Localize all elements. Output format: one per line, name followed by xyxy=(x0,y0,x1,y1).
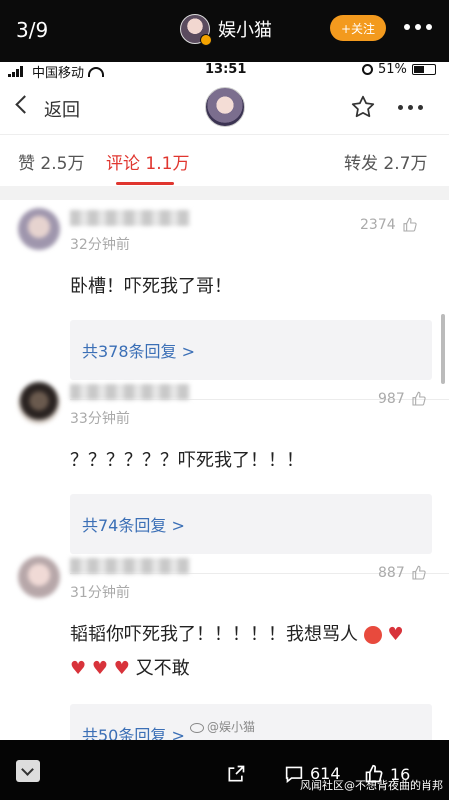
more-options-icon[interactable] xyxy=(404,24,432,30)
verified-badge-icon xyxy=(200,34,212,46)
weibo-icon xyxy=(190,722,204,733)
active-tab-indicator xyxy=(116,182,174,185)
back-arrow-icon[interactable] xyxy=(15,95,34,114)
thumbs-up-icon xyxy=(403,217,417,232)
comment-like-button[interactable]: 987 xyxy=(378,391,427,407)
star-icon[interactable] xyxy=(350,94,376,120)
tab-likes[interactable]: 赞 2.5万 xyxy=(18,149,84,174)
broken-heart-icon: ♥ xyxy=(70,658,87,679)
commenter-avatar[interactable] xyxy=(18,208,60,250)
commenter-name-blurred[interactable] xyxy=(70,210,190,226)
image-viewer-footer: 614 16 风闻社区@不想背夜曲的肖邦 xyxy=(0,740,449,800)
comment-text: 卧槽！吓死我了哥！ xyxy=(70,276,232,297)
watermark-text: @娱小猫 xyxy=(207,720,256,734)
carrier-label: 中国移动 xyxy=(32,66,85,81)
thumbs-up-icon xyxy=(412,565,426,580)
collapse-chevron-icon[interactable] xyxy=(16,760,40,782)
comment-like-count: 2374 xyxy=(360,217,396,233)
comment-text: ？？？？？？吓死我了！！！ xyxy=(70,450,304,471)
status-bar: 中国移动 13:51 51% xyxy=(0,62,449,81)
source-credit: 风闻社区@不想背夜曲的肖邦 xyxy=(300,779,443,792)
wifi-icon xyxy=(88,66,105,77)
signal-icon xyxy=(8,66,28,77)
author-name[interactable]: 娱小猫 xyxy=(218,16,272,42)
screenshot-content: 中国移动 13:51 51% 返回 赞 2.5万 评论 1.1万 转发 2.7万… xyxy=(0,62,449,740)
replies-label[interactable]: 共50条回复 > xyxy=(82,722,185,740)
comment-like-count: 887 xyxy=(378,565,405,581)
thumbs-up-icon xyxy=(412,391,426,406)
commenter-avatar[interactable] xyxy=(18,556,60,598)
comment-time: 33分钟前 xyxy=(70,411,130,427)
angry-face-icon xyxy=(363,626,382,644)
nav-bar: 返回 xyxy=(0,80,449,134)
share-icon[interactable] xyxy=(226,764,246,784)
replies-link[interactable]: 共378条回复 > xyxy=(70,320,432,380)
comment-like-button[interactable]: 887 xyxy=(378,565,427,581)
scrollbar[interactable] xyxy=(441,314,445,384)
comment-text-line1: 韬韬你吓死我了！！！！！我想骂人 xyxy=(70,624,358,645)
status-time: 13:51 xyxy=(205,62,247,77)
back-button[interactable]: 返回 xyxy=(44,96,80,122)
comment-text: 韬韬你吓死我了！！！！！我想骂人 ♥ ♥ ♥ ♥ 又不敢 xyxy=(70,618,440,686)
weibo-watermark: @娱小猫 xyxy=(190,718,255,735)
battery-icon xyxy=(411,64,436,75)
interaction-tabs: 赞 2.5万 评论 1.1万 转发 2.7万 xyxy=(0,134,449,188)
orientation-lock-icon xyxy=(362,64,373,75)
tab-comments[interactable]: 评论 1.1万 xyxy=(106,149,189,174)
author-info[interactable]: 娱小猫 xyxy=(180,14,272,46)
battery-fill xyxy=(413,66,424,73)
commenter-name-blurred[interactable] xyxy=(70,558,190,574)
broken-heart-icon: ♥ xyxy=(91,658,109,679)
broken-heart-icon: ♥ xyxy=(387,624,404,645)
follow-button[interactable]: +关注 xyxy=(330,15,386,41)
comment-like-count: 987 xyxy=(378,391,405,407)
replies-link[interactable]: 共74条回复 > xyxy=(70,494,432,554)
author-avatar[interactable] xyxy=(180,14,212,46)
comment-like-button[interactable]: 2374 xyxy=(360,217,418,233)
replies-label[interactable]: 共378条回复 > xyxy=(82,338,195,362)
broken-heart-icon: ♥ xyxy=(113,658,130,679)
image-counter: 3/9 xyxy=(16,18,49,42)
section-gap xyxy=(0,186,449,200)
replies-label[interactable]: 共74条回复 > xyxy=(82,512,185,536)
comment-time: 31分钟前 xyxy=(70,585,130,601)
comment-time: 32分钟前 xyxy=(70,237,130,253)
commenter-avatar[interactable] xyxy=(18,382,60,424)
battery-percent: 51% xyxy=(378,62,407,77)
more-options-icon[interactable] xyxy=(398,105,423,110)
image-viewer-header: 3/9 娱小猫 +关注 xyxy=(0,0,449,62)
comment-text-line2: 又不敢 xyxy=(135,658,190,679)
tab-reposts[interactable]: 转发 2.7万 xyxy=(344,149,427,174)
poster-avatar[interactable] xyxy=(205,87,245,127)
commenter-name-blurred[interactable] xyxy=(70,384,190,400)
